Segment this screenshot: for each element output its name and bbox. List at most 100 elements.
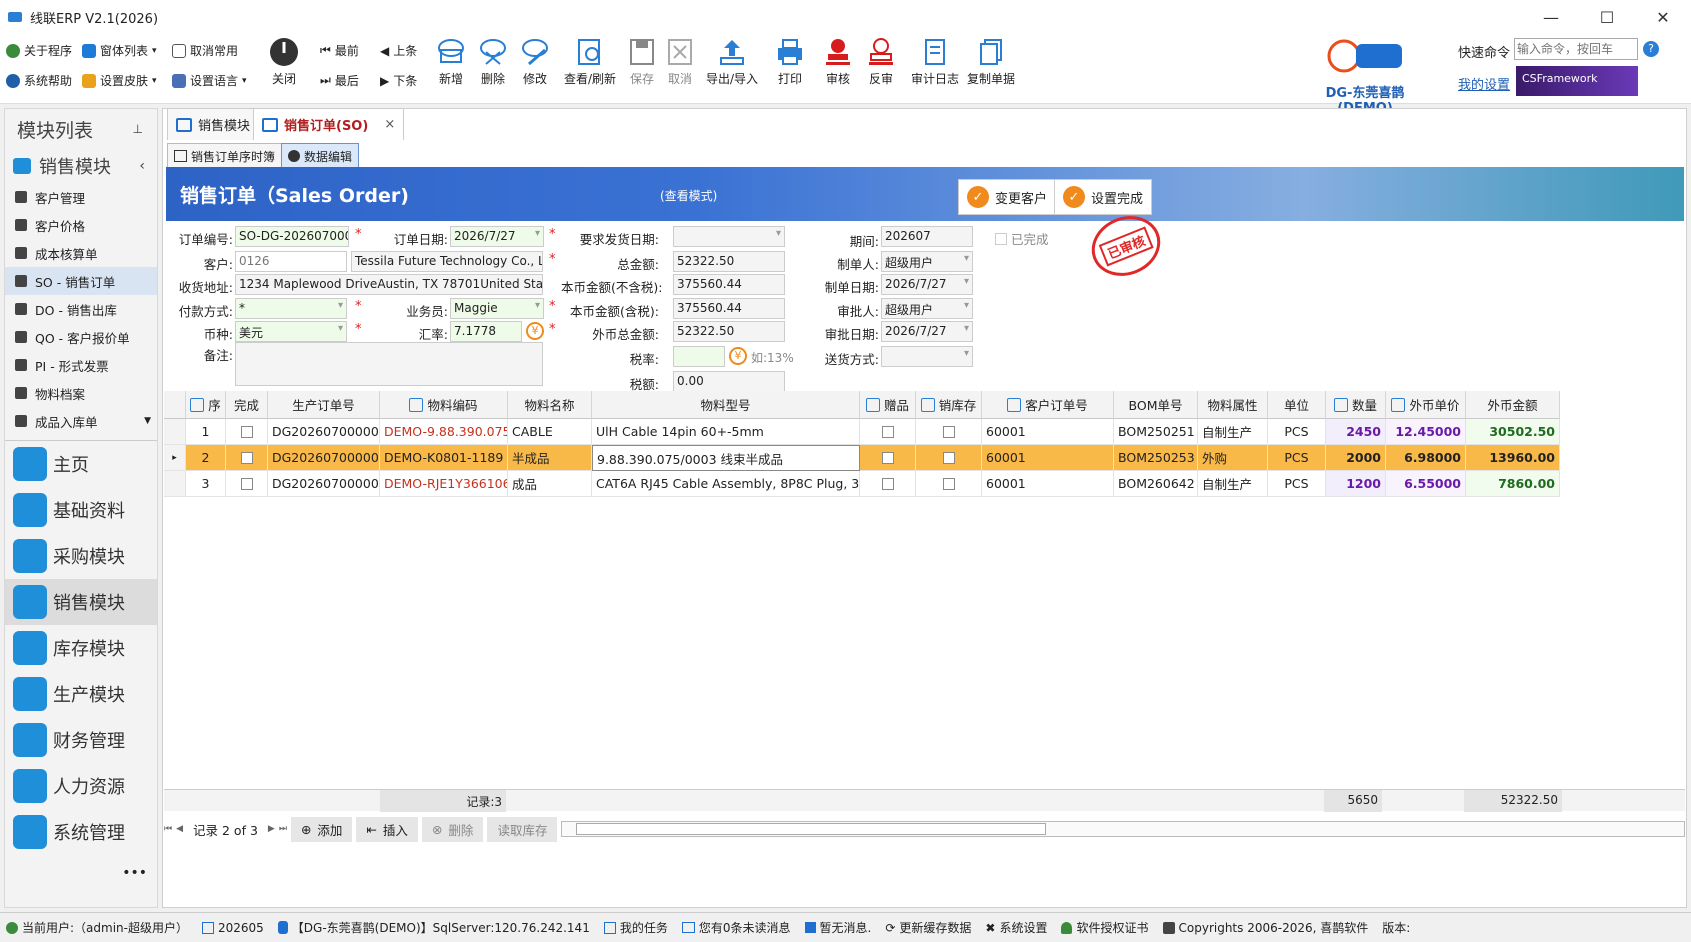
menu-cost-accounting[interactable]: 成本核算单 [5,239,157,267]
export-import-button[interactable]: 导出/导入 [696,36,768,87]
header-col-gift[interactable]: 赠品 [860,391,916,419]
cell-material-code[interactable]: DEMO-RJE1Y3661064... [380,471,508,497]
cell-bom-no[interactable]: BOM250251 [1114,419,1198,445]
cell-seq[interactable]: 3 [186,471,226,497]
cell-material-code[interactable]: DEMO-K0801-1189 [380,445,508,471]
make-date-field[interactable]: 2026/7/27 [881,274,973,295]
nav-last-icon[interactable]: ⏭ [279,824,287,834]
pin-icon[interactable]: ⊥ [133,122,143,136]
nav-inventory[interactable]: 库存模块 [5,625,157,671]
checkbox[interactable] [240,477,253,490]
nav-delete-button[interactable]: ⊗ 删除 [421,816,484,842]
maker-field[interactable]: 超级用户 [881,251,973,272]
nav-sales[interactable]: 销售模块 [5,579,157,625]
menu-customer-quote[interactable]: QO - 客户报价单 [5,323,157,351]
cell-unit[interactable]: PCS [1268,419,1326,445]
checkbox[interactable] [881,425,894,438]
prev-record-button[interactable]: ◀ 上条 [380,42,417,59]
close-module-button[interactable]: 关闭 [254,36,314,87]
payment-field[interactable]: * [235,298,347,319]
ship-date-field[interactable] [673,226,785,247]
cell-production-order[interactable]: DG202607000000... [268,419,380,445]
cell-material-name[interactable]: 半成品 [508,445,592,471]
next-record-button[interactable]: ▶ 下条 [380,72,417,89]
cell-unit-price[interactable]: 6.98000 [1386,445,1466,471]
quick-command-input[interactable] [1514,38,1638,60]
cell-deduct-stock[interactable] [916,471,982,497]
header-col-bom-no[interactable]: BOM单号 [1114,391,1198,419]
checkbox[interactable] [942,477,955,490]
salesperson-field[interactable]: Maggie [450,298,544,319]
header-col-amount[interactable]: 外币金额 [1466,391,1560,419]
close-tab-icon[interactable]: × [384,117,395,132]
set-complete-button[interactable]: ✓ 设置完成 [1054,179,1153,215]
tab-sales-module[interactable]: 销售模块 [167,108,260,140]
tax-field[interactable]: 0.00 [673,371,785,392]
header-col-unit[interactable]: 单位 [1268,391,1326,419]
cell-amount[interactable]: 7860.00 [1466,471,1560,497]
done-checkbox[interactable]: 已完成 [995,229,1049,248]
currency-exchange-icon[interactable]: ¥ [526,322,544,340]
cancel-favorite-button[interactable]: 取消常用 [172,42,238,59]
header-col-customer-po[interactable]: 客户订单号 [982,391,1114,419]
customer-code-field[interactable]: 0126 [235,251,347,272]
horizontal-scrollbar[interactable] [561,821,1685,837]
cell-customer-po[interactable]: 60001 [982,419,1114,445]
approver-field[interactable]: 超级用户 [881,298,973,319]
scroll-down-icon[interactable]: ▼ [144,416,151,426]
menu-finished-goods-in[interactable]: 成品入库单 ▼ [5,407,157,435]
tax-rate-field[interactable] [673,346,725,367]
header-col-material-name[interactable]: 物料名称 [508,391,592,419]
currency-field[interactable]: 美元 [235,321,347,342]
copy-document-button[interactable]: 复制单据 [956,36,1026,87]
cell-material-name[interactable]: CABLE [508,419,592,445]
cell-deduct-stock[interactable] [916,419,982,445]
nav-finance[interactable]: 财务管理 [5,717,157,763]
cell-qty[interactable]: 2000 [1326,445,1386,471]
order-date-field[interactable]: 2026/7/27 [450,226,544,247]
first-record-button[interactable]: ⏮ 最前 [320,42,359,59]
cell-deduct-stock[interactable] [916,445,982,471]
checkbox[interactable] [942,425,955,438]
header-col-deduct-stock[interactable]: 销库存 [916,391,982,419]
header-col-unit-price[interactable]: 外币单价 [1386,391,1466,419]
delivery-field[interactable] [881,346,973,367]
cell-material-attr[interactable]: 自制生产 [1198,419,1268,445]
cell-gift[interactable] [860,471,916,497]
cell-bom-no[interactable]: BOM250253 [1114,445,1198,471]
total-field[interactable]: 52322.50 [673,251,785,272]
status-settings[interactable]: ✖ 系统设置 [985,919,1047,936]
checkbox[interactable] [881,477,894,490]
cell-unit[interactable]: PCS [1268,471,1326,497]
cell-done[interactable] [226,419,268,445]
cell-unit-price[interactable]: 12.45000 [1386,419,1466,445]
status-refresh-cache[interactable]: ⟳ 更新缓存数据 [885,919,971,936]
cell-material-model[interactable]: UlH Cable 14pin 60+-5mm [592,419,860,445]
window-list-button[interactable]: 窗体列表 ▾ [82,42,157,59]
status-user[interactable]: 当前用户:（admin-超级用户） [6,919,188,936]
about-button[interactable]: 关于程序 [6,42,72,59]
language-button[interactable]: 设置语言 ▾ [172,72,247,89]
foreign-total-field[interactable]: 52322.50 [673,321,785,342]
last-record-button[interactable]: ⏭ 最后 [320,72,359,89]
order-no-field[interactable]: SO-DG-20260700000 [235,226,349,247]
exchange-rate-field[interactable]: 7.1778 [450,321,522,342]
cell-material-code[interactable]: DEMO-9.88.390.075/... [380,419,508,445]
cell-amount[interactable]: 13960.00 [1466,445,1560,471]
checkbox[interactable] [942,451,955,464]
status-tasks[interactable]: 我的任务 [603,919,668,936]
nav-purchase[interactable]: 采购模块 [5,533,157,579]
nav-first-icon[interactable]: ⏮ [164,824,172,834]
nav-next-icon[interactable]: ▶ [268,824,275,834]
maximize-button[interactable]: ☐ [1579,0,1635,34]
header-col-material-attr[interactable]: 物料属性 [1198,391,1268,419]
cell-gift[interactable] [860,419,916,445]
menu-material-archive[interactable]: 物料档案 [5,379,157,407]
cell-done[interactable] [226,445,268,471]
header-col-material-code[interactable]: 物料编码 [380,391,508,419]
cell-material-model[interactable]: CAT6A RJ45 Cable Assembly, 8P8C Plug, 30… [592,471,860,497]
cell-qty[interactable]: 1200 [1326,471,1386,497]
header-col-material-model[interactable]: 物料型号 [592,391,860,419]
header-col-done[interactable]: 完成 [226,391,268,419]
status-messages[interactable]: 您有0条未读消息 [681,919,791,936]
